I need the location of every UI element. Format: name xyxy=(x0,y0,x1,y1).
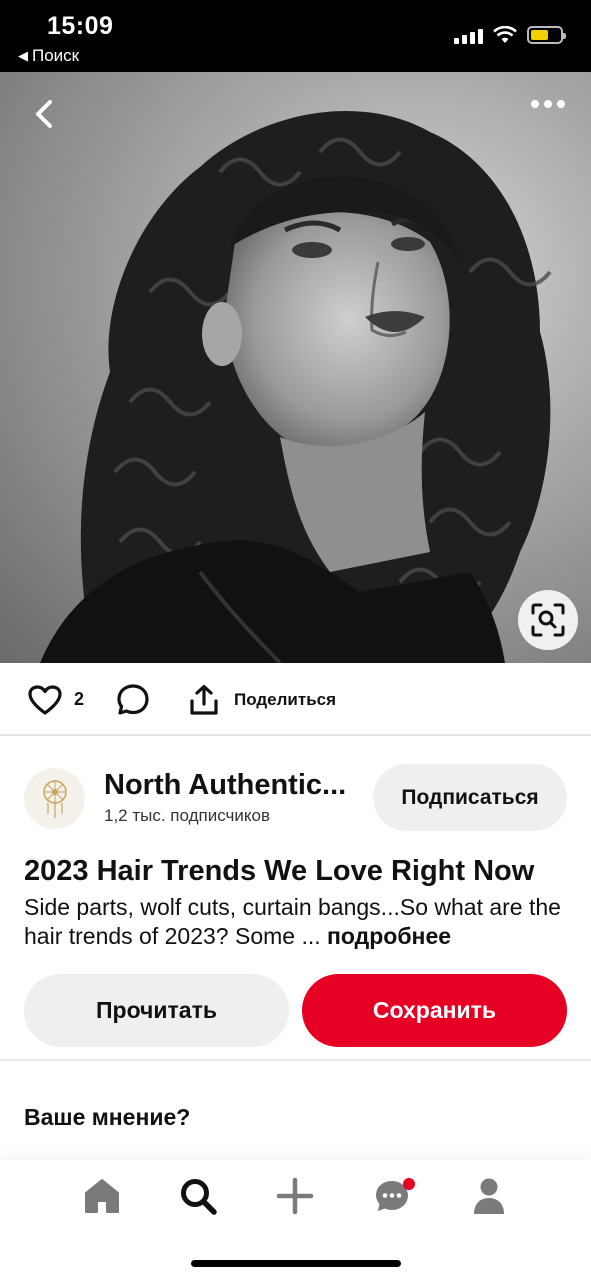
back-button[interactable] xyxy=(26,94,66,134)
back-app-label: Поиск xyxy=(32,46,80,65)
dreamcatcher-logo-icon xyxy=(42,779,67,818)
pin-action-row: 2 Поделиться xyxy=(0,663,591,736)
status-time: 15:09 xyxy=(47,12,114,40)
status-indicators xyxy=(454,26,566,44)
battery-icon xyxy=(527,26,566,44)
nav-create[interactable] xyxy=(270,1174,320,1218)
pin-description-text: Side parts, wolf cuts, curtain bangs...S… xyxy=(24,894,561,949)
save-button[interactable]: Сохранить xyxy=(302,974,567,1047)
left-triangle-icon: ◀ xyxy=(18,48,28,63)
feedback-heading: Ваше мнение? xyxy=(24,1104,191,1130)
wifi-icon xyxy=(493,26,517,43)
more-options-button[interactable] xyxy=(531,100,565,108)
back-to-app-link[interactable]: ◀ Поиск xyxy=(18,46,79,66)
cellular-signal-icon xyxy=(454,26,483,44)
nav-profile[interactable] xyxy=(464,1174,514,1218)
share-button[interactable]: Поделиться xyxy=(188,663,336,736)
section-divider xyxy=(0,1059,591,1061)
notification-dot xyxy=(403,1178,415,1190)
like-button[interactable]: 2 xyxy=(28,663,84,736)
portrait-photo xyxy=(40,110,552,663)
share-label: Поделиться xyxy=(234,689,337,709)
status-bar: 15:09 ◀ Поиск xyxy=(0,0,591,72)
visual-search-icon xyxy=(531,603,565,637)
heart-icon xyxy=(28,684,62,715)
search-icon xyxy=(181,1179,217,1215)
creator-avatar[interactable] xyxy=(24,768,85,829)
share-upload-icon xyxy=(190,684,218,715)
like-count: 2 xyxy=(74,689,85,709)
read-more-link[interactable]: подробнее xyxy=(327,923,451,949)
profile-icon xyxy=(474,1178,504,1214)
read-button[interactable]: Прочитать xyxy=(24,974,289,1047)
home-icon xyxy=(85,1179,119,1213)
comment-button[interactable] xyxy=(116,663,150,736)
home-indicator xyxy=(191,1260,401,1267)
plus-icon xyxy=(276,1177,314,1215)
nav-home[interactable] xyxy=(77,1174,127,1218)
pin-title: 2023 Hair Trends We Love Right Now xyxy=(24,855,535,887)
pin-description: Side parts, wolf cuts, curtain bangs...S… xyxy=(24,893,569,951)
nav-messages[interactable] xyxy=(367,1174,417,1218)
nav-search[interactable] xyxy=(173,1174,223,1218)
subscribe-button[interactable]: Подписаться xyxy=(373,764,567,831)
creator-followers: 1,2 тыс. подписчиков xyxy=(104,806,270,825)
visual-search-button[interactable] xyxy=(518,590,578,650)
comment-bubble-icon xyxy=(117,683,149,715)
creator-name[interactable]: North Authentic... xyxy=(104,769,354,802)
pin-image[interactable] xyxy=(0,72,591,663)
more-dots-icon xyxy=(531,100,539,108)
